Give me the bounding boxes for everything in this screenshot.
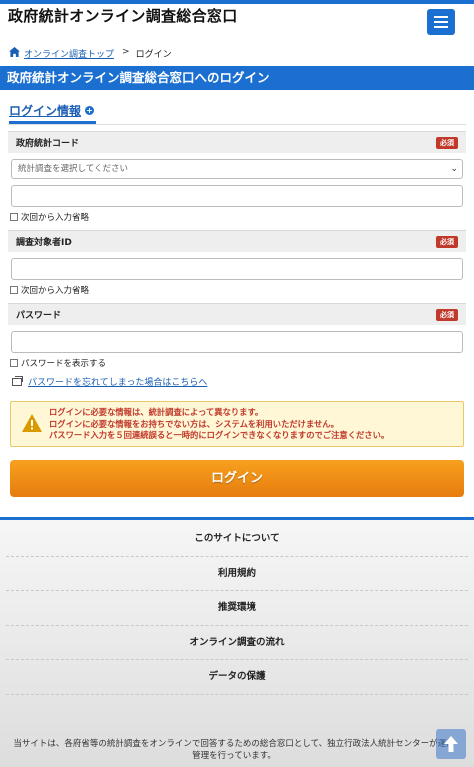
footer-link-flow[interactable]: オンライン調査の流れ [6,626,468,661]
site-footer: このサイトについて 利用規約 推奨環境 オンライン調査の流れ データの保護 当サ… [0,517,474,767]
respondent-id-remember-label[interactable]: 次回から入力省略 [21,284,89,296]
page-top-button[interactable] [436,729,466,759]
show-password-row[interactable]: パスワードを表示する [10,357,464,369]
password-label-bar: パスワード 必須 [8,303,466,325]
warning-icon [22,414,42,432]
breadcrumb-current: ログイン [135,50,172,60]
required-badge: 必須 [436,309,458,321]
notice-line: ログインに必要な情報をお持ちでない方は、システムを利用いただけません。 [49,418,339,429]
stat-code-remember-label[interactable]: 次回から入力省略 [21,211,89,223]
home-icon [9,47,20,57]
footer-link-data-protection[interactable]: データの保護 [6,660,468,695]
stat-code-input[interactable] [11,185,463,207]
hamburger-icon-line [434,26,448,28]
respondent-id-label: 調査対象者ID [16,238,72,248]
stat-code-label-bar: 政府統計コード 必須 [8,131,466,153]
footer-link-terms[interactable]: 利用規約 [6,557,468,592]
password-label: パスワード [16,311,62,321]
stat-code-label: 政府統計コード [16,139,80,149]
show-password-label[interactable]: パスワードを表示する [21,357,106,369]
stat-survey-select[interactable]: 統計調査を選択してください ⌄ [11,159,463,179]
divider [8,124,466,125]
breadcrumb-home-link[interactable]: オンライン調査トップ [24,47,114,60]
login-button[interactable]: ログイン [10,460,464,497]
footer-description: 当サイトは、各府省等の統計調査をオンラインで回答するための総合窓口として、独立行… [13,739,455,761]
forgot-password-row[interactable]: パスワードを忘れてしまった場合はこちらへ [12,375,462,388]
hamburger-icon-line [434,16,448,18]
footer-links: このサイトについて 利用規約 推奨環境 オンライン調査の流れ データの保護 [0,520,474,695]
breadcrumb: オンライン調査トップ > ログイン [0,38,474,66]
select-placeholder: 統計調査を選択してください [18,164,128,174]
hamburger-icon-line [434,21,448,23]
respondent-id-remember-checkbox[interactable] [10,286,18,294]
login-notice-box: ログインに必要な情報は、統計調査によって異なります。 ログインに必要な情報をお持… [10,401,464,447]
section-title[interactable]: ログイン情報 [9,102,81,119]
stat-code-remember-row[interactable]: 次回から入力省略 [10,211,464,223]
plus-circle-icon[interactable]: + [85,106,95,115]
respondent-id-input[interactable] [11,258,463,280]
chevron-down-icon: ⌄ [450,164,458,174]
required-badge: 必須 [436,236,458,248]
stat-code-remember-checkbox[interactable] [10,213,18,221]
footer-link-environment[interactable]: 推奨環境 [6,591,468,626]
login-info-section-header[interactable]: ログイン情報 + [9,102,96,124]
password-input[interactable] [11,331,463,353]
respondent-id-remember-row[interactable]: 次回から入力省略 [10,284,464,296]
show-password-checkbox[interactable] [10,359,18,367]
required-badge: 必須 [436,137,458,149]
notice-text: ログインに必要な情報は、統計調査によって異なります。 ログインに必要な情報をお持… [49,407,389,442]
page-title: 政府統計オンライン調査総合窓口へのログイン [0,66,474,90]
notice-line: ログインに必要な情報は、統計調査によって異なります。 [49,407,264,417]
new-window-icon [12,375,23,386]
forgot-password-link[interactable]: パスワードを忘れてしまった場合はこちらへ [28,375,207,388]
footer-link-about[interactable]: このサイトについて [6,522,468,557]
breadcrumb-separator: > [122,47,130,57]
site-header: 政府統計オンライン調査総合窓口 [0,4,474,38]
notice-line: パスワード入力を５回連続誤ると一時的にログインできなくなりますのでご注意ください… [49,430,390,440]
site-title[interactable]: 政府統計オンライン調査総合窓口 [8,5,238,26]
respondent-id-label-bar: 調査対象者ID 必須 [8,230,466,252]
arrow-up-icon [444,736,458,752]
hamburger-menu-button[interactable] [427,9,455,35]
